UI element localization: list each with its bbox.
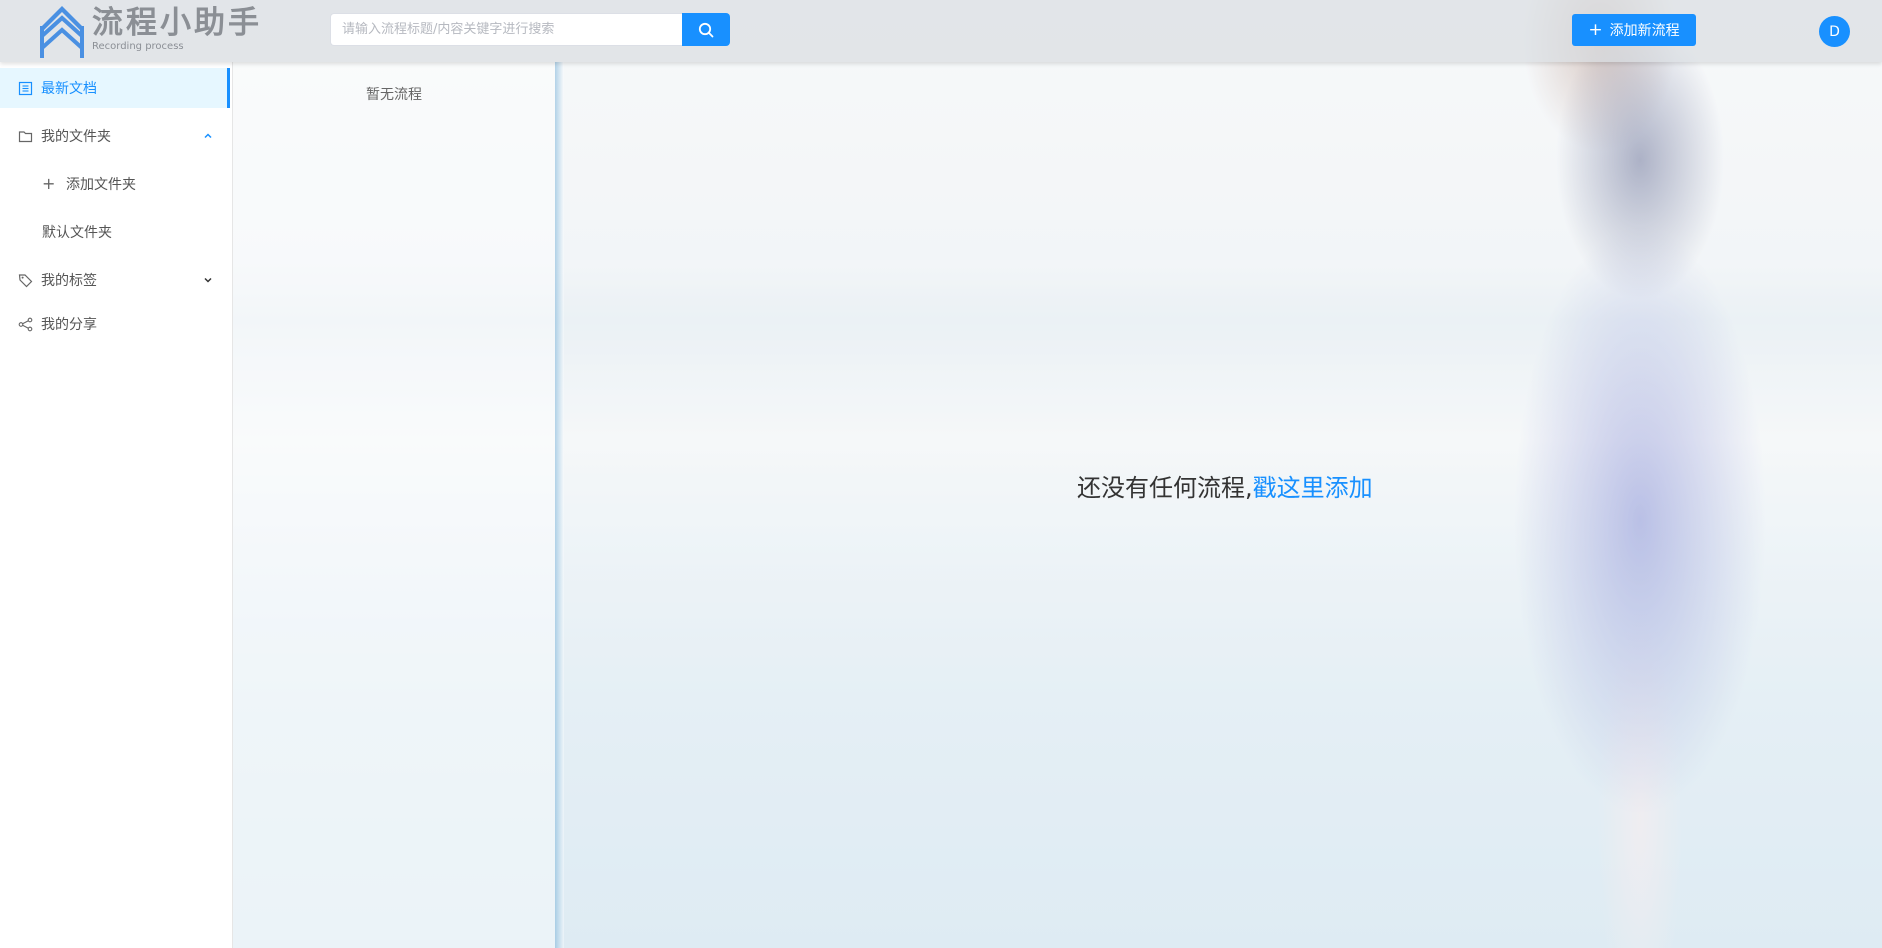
top-header: 流程小助手 Recording process + 添加新流程 D: [0, 0, 1882, 62]
main-content: 还没有任何流程,戳这里添加: [564, 62, 1882, 948]
sidebar-item-label: 默认文件夹: [42, 225, 112, 241]
sidebar: 最新文档 我的文件夹 + 添加文件夹 默认文件夹 我的标签 我的分享: [0, 62, 233, 948]
empty-state-text: 还没有任何流程,: [1077, 474, 1253, 502]
search-icon: [698, 22, 714, 37]
search-input[interactable]: [330, 13, 682, 46]
logo-chevrons-icon: [40, 6, 84, 58]
user-avatar[interactable]: D: [1819, 16, 1850, 47]
tag-icon: [18, 274, 33, 288]
chevron-up-icon: [204, 133, 212, 139]
add-process-button[interactable]: + 添加新流程: [1572, 14, 1696, 46]
sidebar-item-default-folder[interactable]: 默认文件夹: [0, 212, 230, 252]
share-icon: [18, 317, 33, 332]
add-process-link[interactable]: 戳这里添加: [1253, 474, 1373, 502]
plus-icon: +: [1588, 19, 1603, 40]
chevron-down-icon: [204, 277, 212, 283]
search-bar: [330, 13, 730, 46]
folder-icon: [18, 131, 33, 143]
document-icon: [18, 81, 33, 96]
sidebar-item-label: 我的标签: [41, 273, 97, 289]
sidebar-item-my-folders[interactable]: 我的文件夹: [0, 116, 230, 156]
column-divider[interactable]: [555, 62, 564, 948]
sidebar-item-label: 添加文件夹: [66, 177, 136, 193]
sidebar-item-label: 最新文档: [41, 81, 97, 97]
empty-state-message: 还没有任何流程,戳这里添加: [1077, 468, 1373, 503]
sidebar-item-my-tags[interactable]: 我的标签: [0, 260, 230, 300]
process-list: 暂无流程: [233, 62, 555, 948]
logo-subtitle: Recording process: [92, 41, 184, 52]
list-empty-text: 暂无流程: [366, 87, 422, 103]
app-logo[interactable]: 流程小助手 Recording process: [38, 2, 262, 60]
sidebar-item-latest-docs[interactable]: 最新文档: [0, 68, 230, 108]
sidebar-item-label: 我的文件夹: [41, 129, 111, 145]
logo-title: 流程小助手: [92, 5, 262, 41]
plus-icon: +: [42, 174, 56, 193]
sidebar-item-my-shares[interactable]: 我的分享: [0, 304, 230, 344]
search-button[interactable]: [682, 13, 730, 46]
sidebar-item-label: 我的分享: [41, 317, 97, 333]
add-process-label: 添加新流程: [1609, 23, 1680, 39]
sidebar-item-add-folder[interactable]: + 添加文件夹: [0, 164, 230, 204]
